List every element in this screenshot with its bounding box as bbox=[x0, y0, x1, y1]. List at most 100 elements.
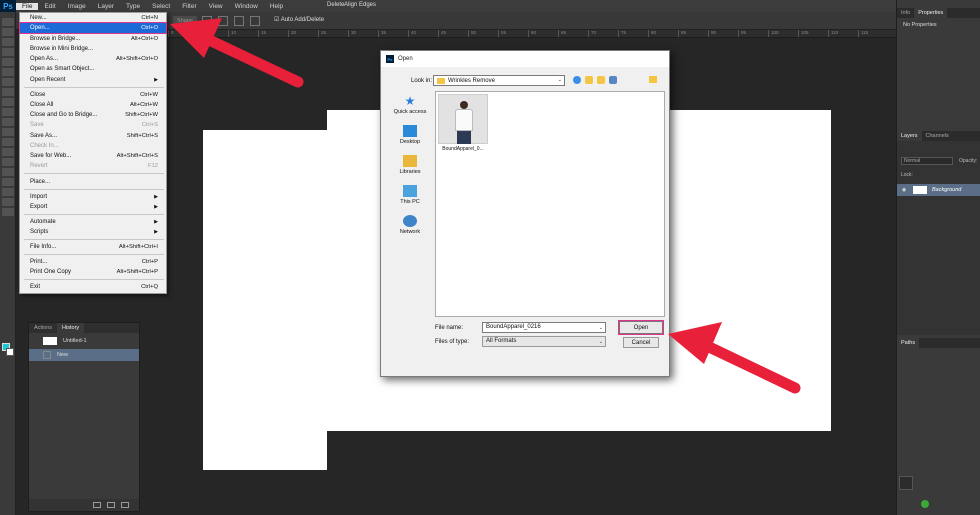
menu-select[interactable]: Select bbox=[146, 3, 176, 10]
eraser-tool-icon[interactable] bbox=[2, 118, 14, 126]
menu-item-place[interactable]: Place... bbox=[20, 177, 166, 187]
gear-icon[interactable] bbox=[250, 16, 260, 26]
menu-item-revert[interactable]: Revert F12 bbox=[20, 161, 166, 171]
menu-filter[interactable]: Filter bbox=[176, 3, 202, 10]
menu-item-print-one-copy[interactable]: Print One Copy Alt+Shift+Ctrl+P bbox=[20, 267, 166, 277]
auto-add-delete-checkbox[interactable]: ☑ Auto Add/Delete bbox=[274, 16, 324, 23]
menu-item-open[interactable]: Open... Ctrl+O bbox=[19, 22, 167, 34]
brush-tool-icon[interactable] bbox=[2, 88, 14, 96]
panel-collapse-icon[interactable] bbox=[899, 476, 913, 490]
menu-item-scripts[interactable]: Scripts ▶ bbox=[20, 227, 166, 237]
menu-item-close-all[interactable]: Close All Alt+Ctrl+W bbox=[20, 100, 166, 110]
menu-item-open-recent[interactable]: Open Recent ▶ bbox=[20, 75, 166, 85]
menu-item-import[interactable]: Import ▶ bbox=[20, 192, 166, 202]
healing-tool-icon[interactable] bbox=[2, 78, 14, 86]
tab-layers[interactable]: Layers bbox=[897, 131, 922, 141]
document-canvas-back[interactable] bbox=[203, 130, 327, 470]
cancel-button[interactable]: Cancel bbox=[623, 337, 659, 348]
lasso-tool-icon[interactable] bbox=[2, 38, 14, 46]
new-document-from-state-icon[interactable] bbox=[93, 502, 101, 508]
menu-item-close[interactable]: Close Ctrl+W bbox=[20, 90, 166, 100]
menu-item-export[interactable]: Export ▶ bbox=[20, 202, 166, 212]
menu-item-save-for-web[interactable]: Save for Web... Alt+Shift+Ctrl+S bbox=[20, 151, 166, 161]
zoom-tool-icon[interactable] bbox=[2, 208, 14, 216]
snapshot-thumbnail bbox=[43, 337, 57, 345]
menu-item-new[interactable]: New... Ctrl+N bbox=[20, 13, 166, 23]
align-edges-label[interactable]: Align Edges bbox=[344, 2, 376, 8]
menu-item-check-in[interactable]: Check In... bbox=[20, 141, 166, 151]
history-snapshot-row[interactable]: Untitled-1 bbox=[29, 335, 139, 347]
menu-item-open-as[interactable]: Open As... Alt+Shift+Ctrl+O bbox=[20, 54, 166, 64]
layers-panel-tabs: Layers Channels bbox=[897, 131, 980, 141]
eye-icon[interactable]: ◉ bbox=[899, 187, 909, 193]
menu-window[interactable]: Window bbox=[229, 3, 264, 10]
place-network[interactable]: Network bbox=[387, 215, 433, 235]
layer-row-background[interactable]: ◉ Background bbox=[897, 184, 980, 196]
place-quick-access[interactable]: ★ Quick access bbox=[387, 95, 433, 115]
shape-tool-icon[interactable] bbox=[2, 188, 14, 196]
crop-tool-icon[interactable] bbox=[2, 58, 14, 66]
back-icon[interactable] bbox=[573, 76, 581, 84]
menu-layer[interactable]: Layer bbox=[92, 3, 120, 10]
eyedropper-tool-icon[interactable] bbox=[2, 68, 14, 76]
gradient-tool-icon[interactable] bbox=[2, 128, 14, 136]
hand-tool-icon[interactable] bbox=[2, 198, 14, 206]
menu-item-save-as[interactable]: Save As... Shift+Ctrl+S bbox=[20, 131, 166, 141]
shape-dropdown[interactable]: Shape bbox=[173, 16, 197, 26]
history-state-row[interactable]: New bbox=[29, 349, 139, 361]
menu-item-file-info[interactable]: File Info... Alt+Shift+Ctrl+I bbox=[20, 242, 166, 252]
pen-tool-icon[interactable] bbox=[2, 158, 14, 166]
place-desktop[interactable]: Desktop bbox=[387, 125, 433, 145]
menu-item-browse-mini-bridge[interactable]: Browse in Mini Bridge... bbox=[20, 44, 166, 54]
menu-image[interactable]: Image bbox=[62, 3, 92, 10]
stamp-tool-icon[interactable] bbox=[2, 98, 14, 106]
files-of-type-select[interactable]: All Formats ⌄ bbox=[482, 336, 606, 347]
tab-properties[interactable]: Properties bbox=[914, 8, 948, 18]
menu-help[interactable]: Help bbox=[264, 3, 289, 10]
new-folder-icon[interactable] bbox=[597, 76, 605, 84]
dodge-tool-icon[interactable] bbox=[2, 148, 14, 156]
tab-actions[interactable]: Actions bbox=[29, 323, 57, 333]
menu-item-print[interactable]: Print... Ctrl+P bbox=[20, 257, 166, 267]
delete-label[interactable]: Delete bbox=[327, 2, 344, 8]
tab-info[interactable]: Info bbox=[897, 8, 914, 18]
place-this-pc[interactable]: This PC bbox=[387, 185, 433, 205]
menu-item-browse-bridge[interactable]: Browse in Bridge... Alt+Ctrl+O bbox=[20, 34, 166, 44]
path-arrangement-icon[interactable] bbox=[234, 16, 244, 26]
menu-item-exit[interactable]: Exit Ctrl+Q bbox=[20, 282, 166, 292]
quick-select-tool-icon[interactable] bbox=[2, 48, 14, 56]
folder-action-icon[interactable] bbox=[649, 76, 657, 83]
menu-item-save[interactable]: Save Ctrl+S bbox=[20, 120, 166, 130]
tab-history[interactable]: History bbox=[57, 323, 85, 333]
path-select-tool-icon[interactable] bbox=[2, 178, 14, 186]
view-menu-icon[interactable] bbox=[609, 76, 617, 84]
history-brush-tool-icon[interactable] bbox=[2, 108, 14, 116]
menu-item-close-go-bridge[interactable]: Close and Go to Bridge... Shift+Ctrl+W bbox=[20, 110, 166, 120]
blur-tool-icon[interactable] bbox=[2, 138, 14, 146]
menu-view[interactable]: View bbox=[203, 3, 229, 10]
open-button[interactable]: Open bbox=[618, 320, 664, 335]
tab-channels[interactable]: Channels bbox=[922, 131, 953, 141]
menu-item-automate[interactable]: Automate ▶ bbox=[20, 217, 166, 227]
menu-edit[interactable]: Edit bbox=[38, 3, 61, 10]
file-name-input[interactable]: BoundApparel_0216 ⌄ bbox=[482, 322, 606, 333]
up-folder-icon[interactable] bbox=[585, 76, 593, 84]
path-operations-icon[interactable] bbox=[202, 16, 212, 26]
place-label: Desktop bbox=[399, 139, 421, 145]
look-in-select[interactable]: Wrinkles Remove ⌄ bbox=[433, 75, 565, 86]
background-color-swatch[interactable] bbox=[6, 348, 14, 356]
path-alignment-icon[interactable] bbox=[218, 16, 228, 26]
file-item[interactable]: BoundApparel_0... bbox=[438, 94, 488, 154]
marquee-tool-icon[interactable] bbox=[2, 28, 14, 36]
blend-mode-select[interactable]: Normal bbox=[901, 157, 953, 165]
camera-icon[interactable] bbox=[107, 502, 115, 508]
type-tool-icon[interactable] bbox=[2, 168, 14, 176]
menu-type[interactable]: Type bbox=[120, 3, 146, 10]
menu-file[interactable]: File bbox=[16, 2, 39, 10]
tab-paths[interactable]: Paths bbox=[897, 338, 920, 348]
place-libraries[interactable]: Libraries bbox=[387, 155, 433, 175]
menu-item-open-smart-object[interactable]: Open as Smart Object... bbox=[20, 64, 166, 74]
file-list-area[interactable]: BoundApparel_0... bbox=[435, 91, 665, 317]
move-tool-icon[interactable] bbox=[2, 18, 14, 26]
trash-icon[interactable] bbox=[121, 502, 129, 508]
